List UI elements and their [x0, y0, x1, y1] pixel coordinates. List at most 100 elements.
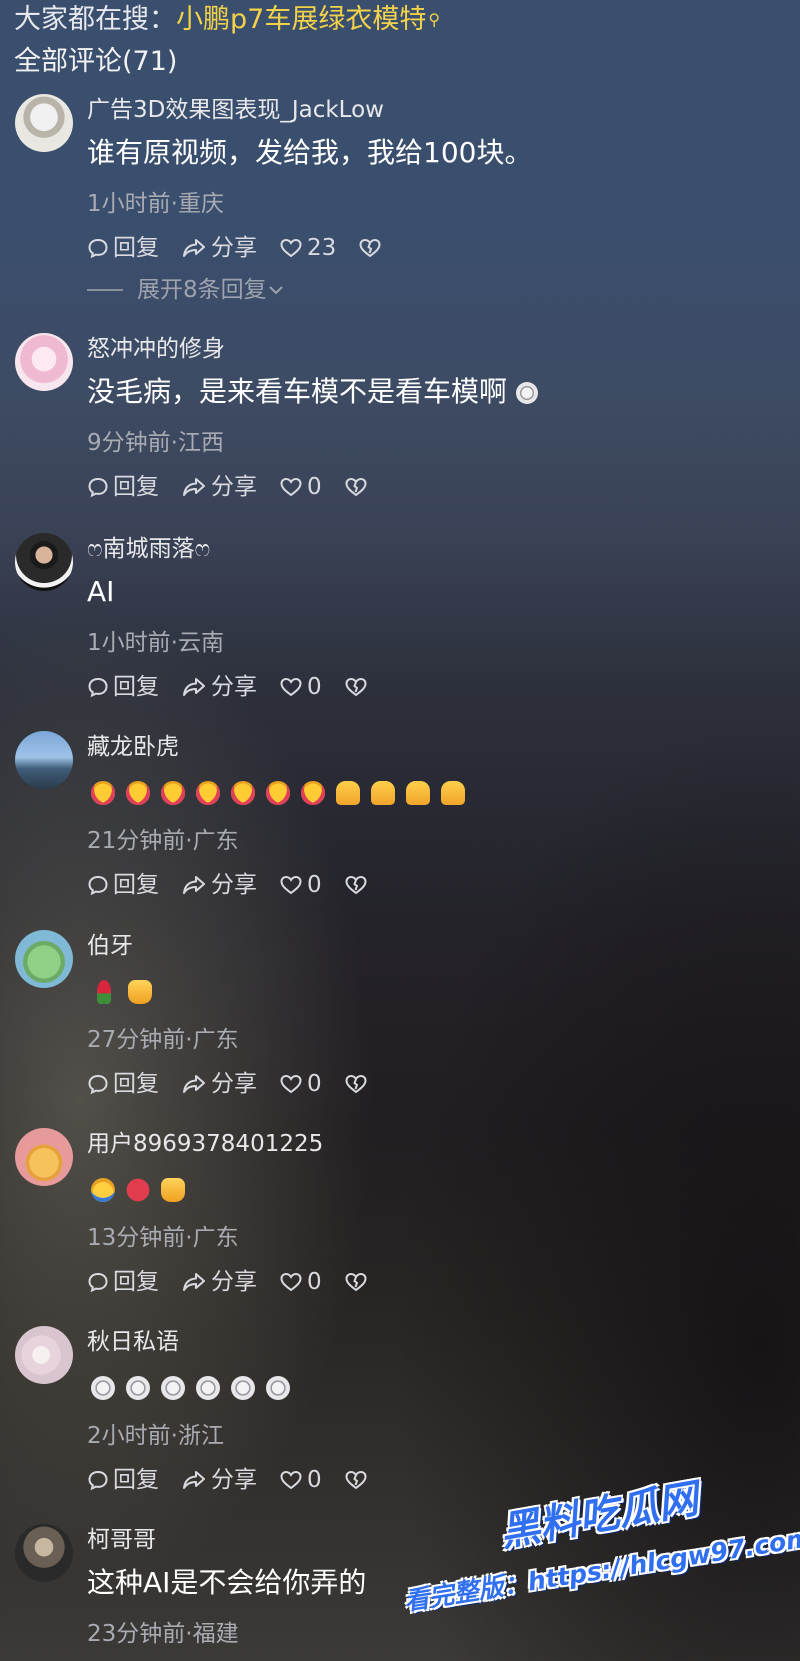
cool-emoji-icon [91, 1376, 115, 1400]
comment-username[interactable]: 伯牙 [87, 930, 133, 962]
avatar[interactable] [15, 731, 73, 789]
comment-time-location: 1小时前·云南 [87, 630, 224, 656]
like-count: 0 [307, 1071, 322, 1097]
dislike-button[interactable] [344, 1469, 372, 1491]
share-label: 分享 [211, 1467, 257, 1493]
expand-replies-label: 展开8条回复 [137, 277, 267, 303]
comment-time-location: 27分钟前·广东 [87, 1027, 239, 1053]
comment-time-location: 1小时前·重庆 [87, 191, 224, 217]
comment-username[interactable]: 秋日私语 [87, 1326, 179, 1358]
trending-search-bar[interactable]: 大家都在搜：小鹏p7车展绿衣模特 ⚲ [14, 2, 440, 38]
comment-username[interactable]: 藏龙卧虎 [87, 731, 179, 763]
heart-emoji-icon [126, 1178, 150, 1202]
reply-label: 回复 [113, 1467, 159, 1493]
share-arrow-icon [183, 478, 205, 496]
reply-button[interactable]: 回复 [87, 1464, 159, 1496]
divider [87, 289, 123, 291]
comment-actions: 回复 分享 0 [87, 1464, 394, 1496]
dislike-button[interactable] [358, 237, 386, 259]
avatar[interactable] [15, 94, 73, 152]
reply-label: 回复 [113, 872, 159, 898]
share-button[interactable]: 分享 [181, 1266, 257, 1298]
share-button[interactable]: 分享 [181, 671, 257, 703]
share-label: 分享 [211, 872, 257, 898]
comment-username[interactable]: 柯哥哥 [87, 1524, 156, 1556]
heart-outline-icon [280, 1074, 302, 1094]
dislike-button[interactable] [344, 874, 372, 896]
share-button[interactable]: 分享 [181, 232, 257, 264]
comment-actions: 回复 分享 0 [87, 671, 394, 703]
share-button[interactable]: 分享 [181, 471, 257, 503]
comment-count-title: 全部评论(71) [14, 46, 178, 77]
dislike-button[interactable] [344, 476, 372, 498]
cool-emoji-icon [161, 1376, 185, 1400]
heart-eyes-emoji-icon [196, 781, 220, 805]
avatar[interactable] [15, 333, 73, 391]
comment-actions: 回复 分享 0 [87, 1266, 394, 1298]
like-button[interactable]: 0 [279, 671, 322, 703]
broken-heart-icon [345, 875, 367, 895]
avatar[interactable] [15, 1326, 73, 1384]
avatar[interactable] [15, 533, 73, 591]
reply-button[interactable]: 回复 [87, 471, 159, 503]
reply-button[interactable]: 回复 [87, 671, 159, 703]
reply-button[interactable]: 回复 [87, 1266, 159, 1298]
avatar[interactable] [15, 1524, 73, 1582]
pray-emoji-icon [441, 781, 465, 805]
comment-text: 没毛病，是来看车模不是看车模啊 [87, 373, 538, 411]
like-count: 0 [307, 1269, 322, 1295]
share-arrow-icon [183, 239, 205, 257]
reply-label: 回复 [113, 474, 159, 500]
avatar[interactable] [15, 930, 73, 988]
reply-button[interactable]: 回复 [87, 232, 159, 264]
cool-emoji-icon [515, 382, 538, 404]
like-count: 0 [307, 474, 322, 500]
watermark: 黑料吃瓜网 看完整版：https://hlcgw97.com [396, 1476, 800, 1642]
like-button[interactable]: 0 [279, 1464, 322, 1496]
expand-replies-button[interactable]: 展开8条回复 [87, 274, 285, 306]
dislike-button[interactable] [344, 1271, 372, 1293]
reply-button[interactable]: 回复 [87, 1068, 159, 1100]
comment-username[interactable]: ෆ南城雨落ෆ [87, 533, 210, 565]
like-count: 0 [307, 872, 322, 898]
comment-username[interactable]: 用户8969378401225 [87, 1128, 323, 1160]
share-arrow-icon [183, 1273, 205, 1291]
avatar[interactable] [15, 1128, 73, 1186]
reply-bubble-icon [88, 1470, 108, 1491]
heart-eyes-emoji-icon [126, 781, 150, 805]
cool-emoji-icon [196, 1376, 220, 1400]
comment-actions: 回复 分享 23 [87, 232, 408, 264]
broken-heart-icon [345, 677, 367, 697]
thumb-emoji-icon [161, 1178, 185, 1202]
like-button[interactable]: 0 [279, 471, 322, 503]
dislike-button[interactable] [344, 676, 372, 698]
like-count: 0 [307, 674, 322, 700]
dislike-button[interactable] [344, 1073, 372, 1095]
share-button[interactable]: 分享 [181, 1464, 257, 1496]
heart-outline-icon [280, 1470, 302, 1490]
reply-button[interactable]: 回复 [87, 869, 159, 901]
heart-outline-icon [280, 875, 302, 895]
comment-username[interactable]: 怒冲冲的修身 [87, 333, 225, 365]
pray-emoji-icon [336, 781, 360, 805]
like-button[interactable]: 0 [279, 869, 322, 901]
heart-eyes-emoji-icon [161, 781, 185, 805]
heart-eyes-emoji-icon [266, 781, 290, 805]
share-button[interactable]: 分享 [181, 869, 257, 901]
comment-username[interactable]: 广告3D效果图表现_JackLow [87, 94, 384, 126]
broken-heart-icon [345, 1272, 367, 1292]
broken-heart-icon [359, 238, 381, 258]
share-arrow-icon [183, 1471, 205, 1489]
pray-emoji-icon [406, 781, 430, 805]
share-label: 分享 [211, 1071, 257, 1097]
like-button[interactable]: 0 [279, 1266, 322, 1298]
share-button[interactable]: 分享 [181, 1068, 257, 1100]
emoji-row [91, 980, 152, 1004]
cool-emoji-icon [231, 1376, 255, 1400]
reply-label: 回复 [113, 235, 159, 261]
like-button[interactable]: 23 [279, 232, 336, 264]
like-button[interactable]: 0 [279, 1068, 322, 1100]
trending-search-keyword[interactable]: 小鹏p7车展绿衣模特 [176, 4, 426, 35]
search-icon[interactable]: ⚲ [428, 10, 440, 29]
reply-label: 回复 [113, 1071, 159, 1097]
